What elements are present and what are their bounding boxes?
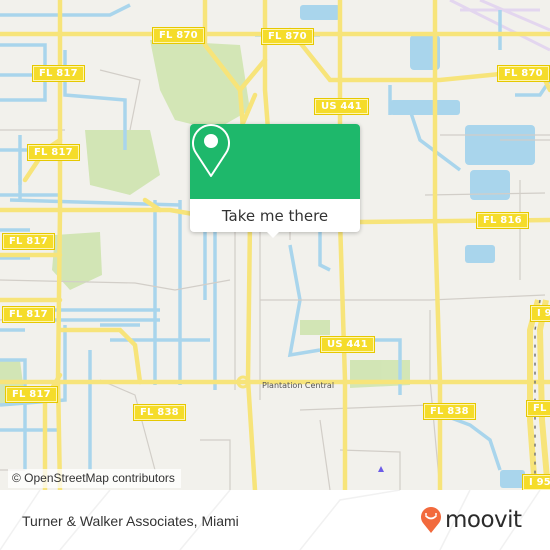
lake xyxy=(500,470,525,488)
shield-fl817: FL 817 xyxy=(27,144,80,161)
road-us441 xyxy=(337,0,348,490)
destination-popup[interactable]: Take me there xyxy=(190,124,360,238)
lake xyxy=(465,245,495,263)
lake xyxy=(465,125,535,165)
lake xyxy=(470,170,510,200)
shield-fl870: FL 870 xyxy=(261,28,314,45)
place-title: Turner & Walker Associates, Miami xyxy=(22,513,239,529)
park xyxy=(85,130,160,195)
shield-fl: FL xyxy=(526,400,550,417)
shield-fl870: FL 870 xyxy=(152,27,205,44)
transit-icon xyxy=(378,466,384,472)
shield-fl817: FL 817 xyxy=(32,65,85,82)
shield-fl817: FL 817 xyxy=(2,233,55,250)
park xyxy=(300,320,330,335)
popup-tail xyxy=(265,230,281,238)
shield-fl816: FL 816 xyxy=(476,212,529,229)
moovit-pin-icon xyxy=(421,507,441,533)
lake xyxy=(390,100,460,115)
shield-us441: US 441 xyxy=(320,336,375,353)
shield-fl838: FL 838 xyxy=(133,404,186,421)
place-label: Plantation Central xyxy=(262,381,334,390)
shield-fl870: FL 870 xyxy=(497,65,550,82)
shield-us441: US 441 xyxy=(314,98,369,115)
map-pin-icon xyxy=(192,124,230,177)
moovit-logo[interactable]: moovit xyxy=(420,506,522,534)
popup-header xyxy=(190,124,360,199)
map[interactable]: Plantation Central FL 870 FL 870 FL 870 … xyxy=(0,0,550,490)
map-attribution[interactable]: © OpenStreetMap contributors xyxy=(8,469,181,488)
shield-fl838: FL 838 xyxy=(423,403,476,420)
lake xyxy=(300,5,340,20)
shield-fl817: FL 817 xyxy=(2,306,55,323)
shield-i95: I 95 xyxy=(522,474,550,490)
shield-fl817: FL 817 xyxy=(5,386,58,403)
moovit-wordmark: moovit xyxy=(445,507,522,533)
shield-i95: I 9 xyxy=(530,305,550,322)
take-me-there-button[interactable]: Take me there xyxy=(190,199,360,232)
